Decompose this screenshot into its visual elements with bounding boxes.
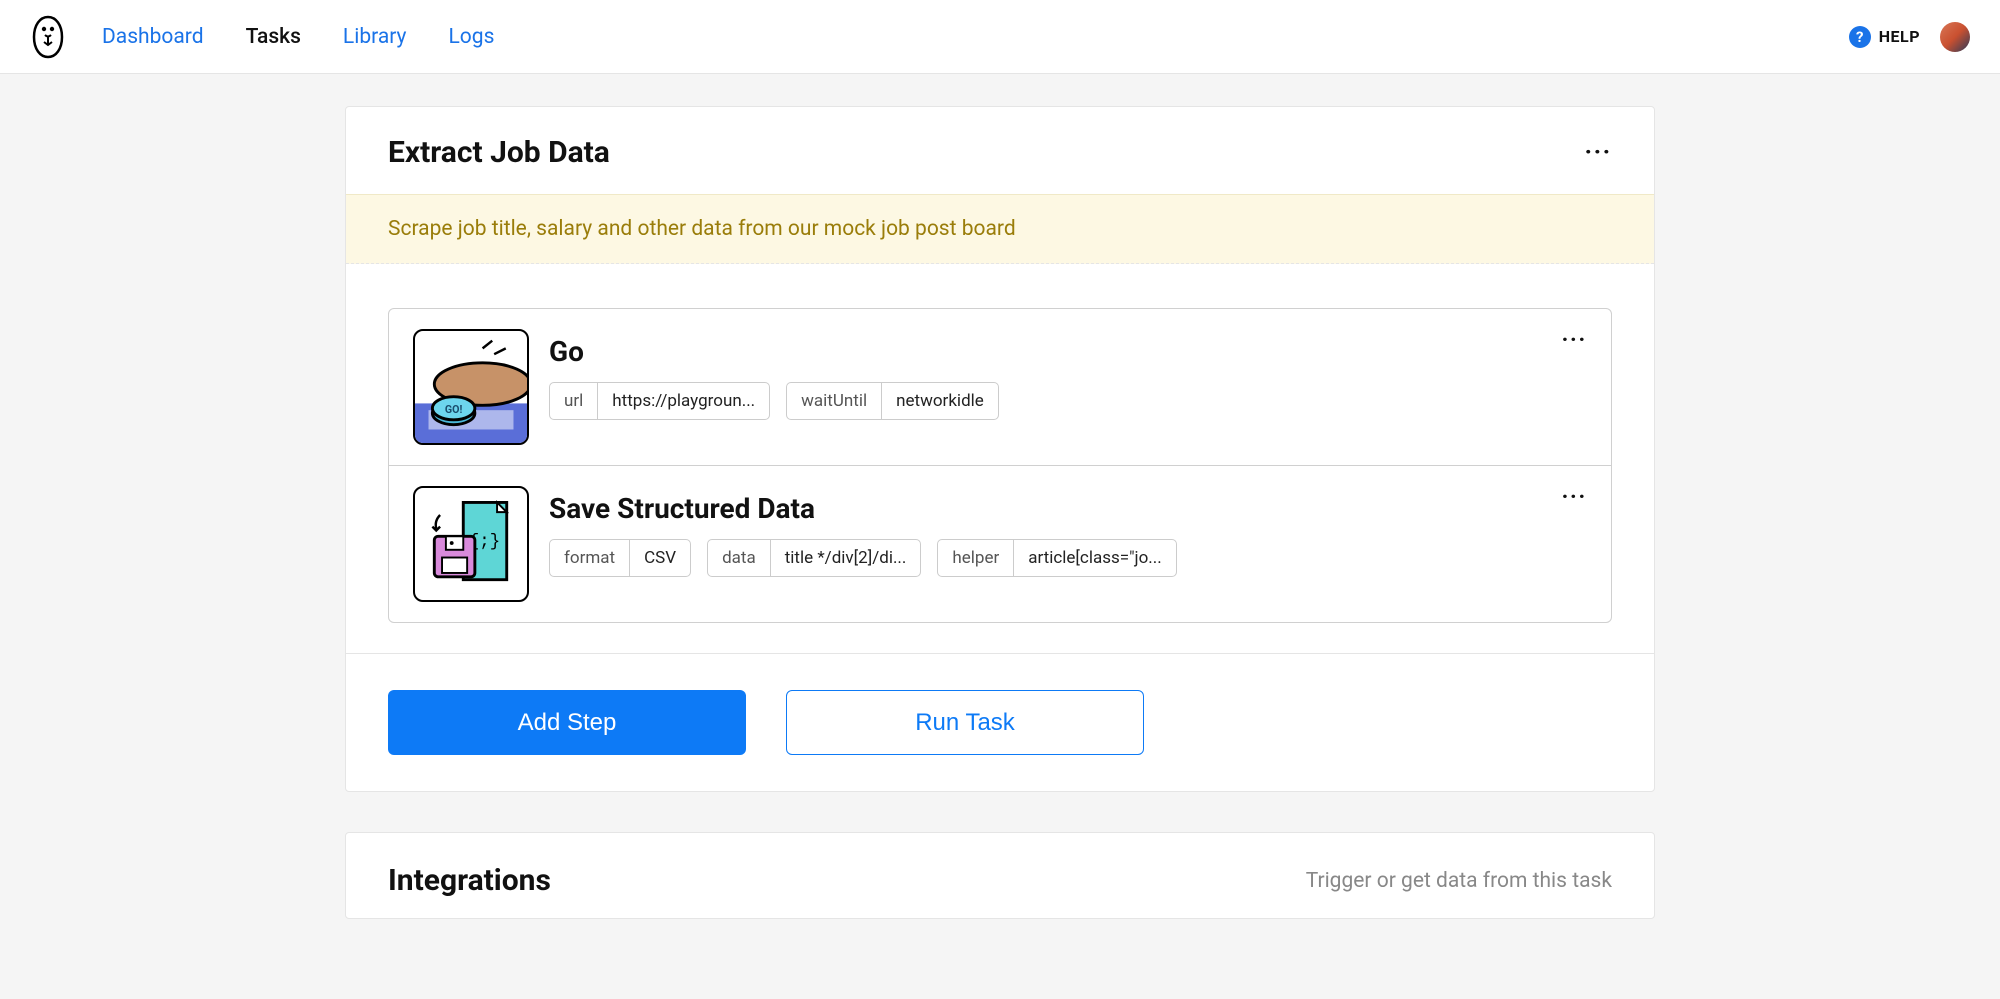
nav-tasks[interactable]: Tasks	[246, 25, 301, 49]
param-data[interactable]: data title */div[2]/di...	[707, 539, 921, 577]
param-helper[interactable]: helper article[class="jo...	[937, 539, 1176, 577]
page-content: Extract Job Data ··· Scrape job title, s…	[345, 74, 1655, 999]
task-actions: Add Step Run Task	[346, 653, 1654, 791]
nav-dashboard[interactable]: Dashboard	[102, 25, 204, 49]
param-value: title */div[2]/di...	[771, 540, 921, 576]
steps-section: GO! Go url https://playgroun...	[346, 264, 1654, 653]
go-icon: GO!	[413, 329, 529, 445]
task-card: Extract Job Data ··· Scrape job title, s…	[345, 106, 1655, 792]
param-key: url	[550, 383, 598, 419]
step-title: Go	[549, 335, 1587, 368]
integrations-card: Integrations Trigger or get data from th…	[345, 832, 1655, 919]
param-key: waitUntil	[787, 383, 882, 419]
param-key: helper	[938, 540, 1014, 576]
step-save-structured-data[interactable]: {;} Save Structured Data format	[389, 465, 1611, 622]
nav-logs[interactable]: Logs	[448, 25, 494, 49]
step-body: Go url https://playgroun... waitUntil ne…	[549, 329, 1587, 420]
task-description: Scrape job title, salary and other data …	[346, 194, 1654, 264]
steps-list: GO! Go url https://playgroun...	[388, 308, 1612, 623]
param-url[interactable]: url https://playgroun...	[549, 382, 770, 420]
save-data-icon: {;}	[413, 486, 529, 602]
help-label: HELP	[1879, 27, 1920, 46]
help-icon: ?	[1849, 26, 1871, 48]
main-nav: Dashboard Tasks Library Logs	[102, 25, 494, 49]
param-value: article[class="jo...	[1014, 540, 1176, 576]
param-key: data	[708, 540, 771, 576]
run-task-button[interactable]: Run Task	[786, 690, 1144, 755]
step-title: Save Structured Data	[549, 492, 1587, 525]
topbar-right: ? HELP	[1849, 22, 1970, 52]
step-params: url https://playgroun... waitUntil netwo…	[549, 382, 1587, 420]
param-key: format	[550, 540, 630, 576]
task-more-button[interactable]: ···	[1585, 140, 1612, 165]
param-waituntil[interactable]: waitUntil networkidle	[786, 382, 999, 420]
app-logo[interactable]	[30, 15, 66, 59]
step-body: Save Structured Data format CSV data tit…	[549, 486, 1587, 577]
param-value: CSV	[630, 540, 690, 576]
step-more-button[interactable]: ···	[1562, 327, 1587, 351]
param-format[interactable]: format CSV	[549, 539, 691, 577]
step-params: format CSV data title */div[2]/di... hel…	[549, 539, 1587, 577]
step-go[interactable]: GO! Go url https://playgroun...	[389, 309, 1611, 465]
integrations-header: Integrations Trigger or get data from th…	[346, 833, 1654, 918]
param-value: networkidle	[882, 383, 998, 419]
task-title: Extract Job Data	[388, 135, 610, 170]
integrations-title: Integrations	[388, 863, 551, 898]
param-value: https://playgroun...	[598, 383, 769, 419]
task-header: Extract Job Data ···	[346, 107, 1654, 194]
add-step-button[interactable]: Add Step	[388, 690, 746, 755]
integrations-subtitle: Trigger or get data from this task	[1306, 869, 1612, 893]
svg-text:GO!: GO!	[445, 403, 463, 416]
nav-library[interactable]: Library	[343, 25, 407, 49]
user-avatar[interactable]	[1940, 22, 1970, 52]
step-more-button[interactable]: ···	[1562, 484, 1587, 508]
top-bar: Dashboard Tasks Library Logs ? HELP	[0, 0, 2000, 74]
help-button[interactable]: ? HELP	[1849, 26, 1920, 48]
topbar-left: Dashboard Tasks Library Logs	[30, 15, 494, 59]
